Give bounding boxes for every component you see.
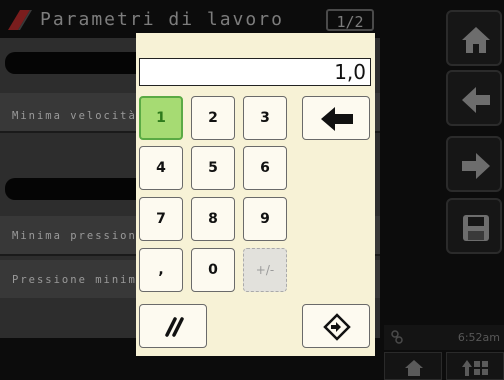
home-shortcut-button[interactable] <box>384 352 442 380</box>
menu-shortcut-button[interactable] <box>446 352 504 380</box>
forward-button[interactable] <box>446 136 502 192</box>
backspace-button[interactable] <box>302 96 370 140</box>
arrow-left-icon <box>321 107 353 131</box>
key-9[interactable]: 9 <box>243 197 287 241</box>
arrow-left-icon <box>462 87 490 113</box>
cancel-icon <box>165 317 184 337</box>
numeric-keypad: 1,0 1 2 3 4 5 6 7 8 9 , 0 +/- <box>136 33 375 356</box>
screen: Parametri di lavoro 1/2 Minima velocità … <box>0 0 504 380</box>
key-6[interactable]: 6 <box>243 146 287 190</box>
back-button[interactable] <box>446 70 502 126</box>
param-label: Minima velocità <box>12 110 137 122</box>
home-button[interactable] <box>446 10 502 66</box>
key-2[interactable]: 2 <box>191 96 235 140</box>
key-0[interactable]: 0 <box>191 248 235 292</box>
link-icon <box>391 330 403 344</box>
page-title: Parametri di lavoro <box>40 9 284 30</box>
logo-icon <box>8 10 32 30</box>
key-5[interactable]: 5 <box>191 146 235 190</box>
confirm-button[interactable] <box>302 304 370 348</box>
enter-icon <box>323 313 351 341</box>
cancel-button[interactable] <box>139 304 207 348</box>
param-label: Pressione minima <box>12 274 146 286</box>
value-display: 1,0 <box>139 58 371 86</box>
arrow-right-icon <box>462 153 490 179</box>
home-icon <box>462 27 490 53</box>
save-icon <box>463 215 489 241</box>
key-8[interactable]: 8 <box>191 197 235 241</box>
status-bar: 6:52am <box>384 325 504 350</box>
key-comma[interactable]: , <box>139 248 183 292</box>
title-bar: Parametri di lavoro 1/2 <box>0 5 380 35</box>
key-3[interactable]: 3 <box>243 96 287 140</box>
param-label: Minima pressione <box>12 230 146 242</box>
key-1[interactable]: 1 <box>139 96 183 140</box>
key-7[interactable]: 7 <box>139 197 183 241</box>
key-plus-minus[interactable]: +/- <box>243 248 287 292</box>
clock: 6:52am <box>457 331 500 344</box>
save-button[interactable] <box>446 198 502 254</box>
page-indicator[interactable]: 1/2 <box>326 9 374 31</box>
grid-up-icon <box>462 360 488 376</box>
key-4[interactable]: 4 <box>139 146 183 190</box>
home-icon <box>405 360 423 376</box>
